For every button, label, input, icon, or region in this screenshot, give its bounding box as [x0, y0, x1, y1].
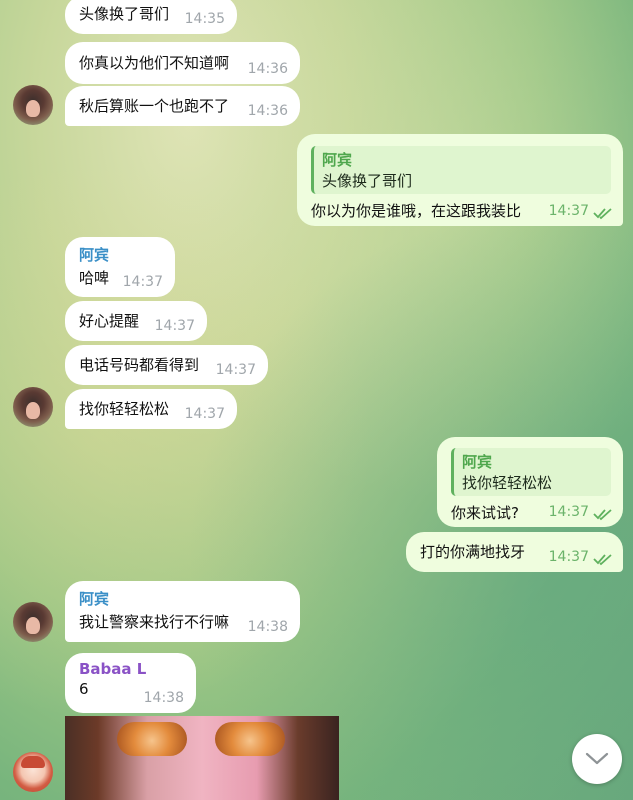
message-text: 你真以为他们不知道啊	[79, 54, 230, 72]
message-text: 哈啤	[79, 269, 110, 287]
message-bubble[interactable]: 阿宾 头像换了哥们 你以为你是谁哦，在这跟我装比 14:37	[297, 134, 623, 226]
photo-detail	[117, 722, 187, 756]
quote-text: 头像换了哥们	[322, 172, 413, 190]
message-text: 好心提醒	[79, 312, 140, 330]
message-bubble[interactable]: 头像换了哥们 14:35	[65, 0, 237, 34]
reply-quote[interactable]: 阿宾 找你轻轻松松	[451, 448, 611, 496]
message-bubble[interactable]: 阿宾 我让警察来找行不行嘛 14:38	[65, 581, 300, 642]
quote-text: 找你轻轻松松	[462, 474, 553, 492]
message-time: 14:37	[548, 549, 589, 565]
photo-detail	[215, 722, 285, 756]
message-bubble[interactable]: 好心提醒 14:37	[65, 301, 207, 341]
message-time: 14:36	[247, 61, 288, 77]
sender-avatar[interactable]	[13, 387, 53, 427]
double-check-icon	[593, 509, 612, 521]
sender-avatar[interactable]	[13, 85, 53, 125]
message-text: 电话号码都看得到	[79, 356, 200, 374]
sender-avatar[interactable]	[13, 602, 53, 642]
message-text: 打的你满地找牙	[420, 543, 526, 561]
message-text: 头像换了哥们	[79, 5, 170, 23]
message-time: 14:37	[548, 203, 589, 219]
message-bubble[interactable]: 秋后算账一个也跑不了 14:36	[65, 86, 300, 126]
quote-sender: 阿宾	[462, 453, 493, 471]
message-time: 14:36	[247, 103, 288, 119]
sender-name[interactable]: 阿宾	[79, 244, 163, 265]
double-check-icon	[593, 554, 612, 566]
sender-name[interactable]: 阿宾	[79, 588, 288, 609]
message-bubble[interactable]: 阿宾 找你轻轻松松 你来试试? 14:37	[437, 437, 623, 527]
message-bubble[interactable]: 打的你满地找牙 14:37	[406, 532, 623, 572]
message-time: 14:37	[154, 318, 195, 334]
message-text: 6	[79, 680, 89, 698]
sender-avatar[interactable]	[13, 752, 53, 792]
message-time: 14:38	[143, 690, 184, 706]
message-text: 找你轻轻松松	[79, 400, 170, 418]
message-time: 14:37	[122, 274, 163, 290]
scroll-down-button[interactable]	[572, 734, 622, 784]
message-time: 14:37	[548, 504, 589, 520]
message-time: 14:35	[184, 11, 225, 27]
quote-sender: 阿宾	[322, 151, 353, 169]
message-time: 14:38	[247, 619, 288, 635]
message-text: 你来试试?	[451, 504, 519, 522]
message-bubble[interactable]: 阿宾 哈啤 14:37	[65, 237, 175, 297]
message-text: 我让警察来找行不行嘛	[79, 613, 230, 631]
message-time: 14:37	[184, 406, 225, 422]
message-time: 14:37	[215, 362, 256, 378]
message-text: 你以为你是谁哦，在这跟我装比	[311, 202, 522, 220]
reply-quote[interactable]: 阿宾 头像换了哥们	[311, 146, 611, 194]
photo-message[interactable]	[65, 716, 339, 800]
message-bubble[interactable]: 找你轻轻松松 14:37	[65, 389, 237, 429]
message-bubble[interactable]: Babaa L 6 14:38	[65, 653, 196, 713]
double-check-icon	[593, 208, 612, 220]
message-text: 秋后算账一个也跑不了	[79, 97, 230, 115]
message-bubble[interactable]: 电话号码都看得到 14:37	[65, 345, 268, 385]
message-bubble[interactable]: 你真以为他们不知道啊 14:36	[65, 42, 300, 84]
sender-name[interactable]: Babaa L	[79, 660, 184, 678]
chevron-down-icon	[585, 752, 609, 765]
